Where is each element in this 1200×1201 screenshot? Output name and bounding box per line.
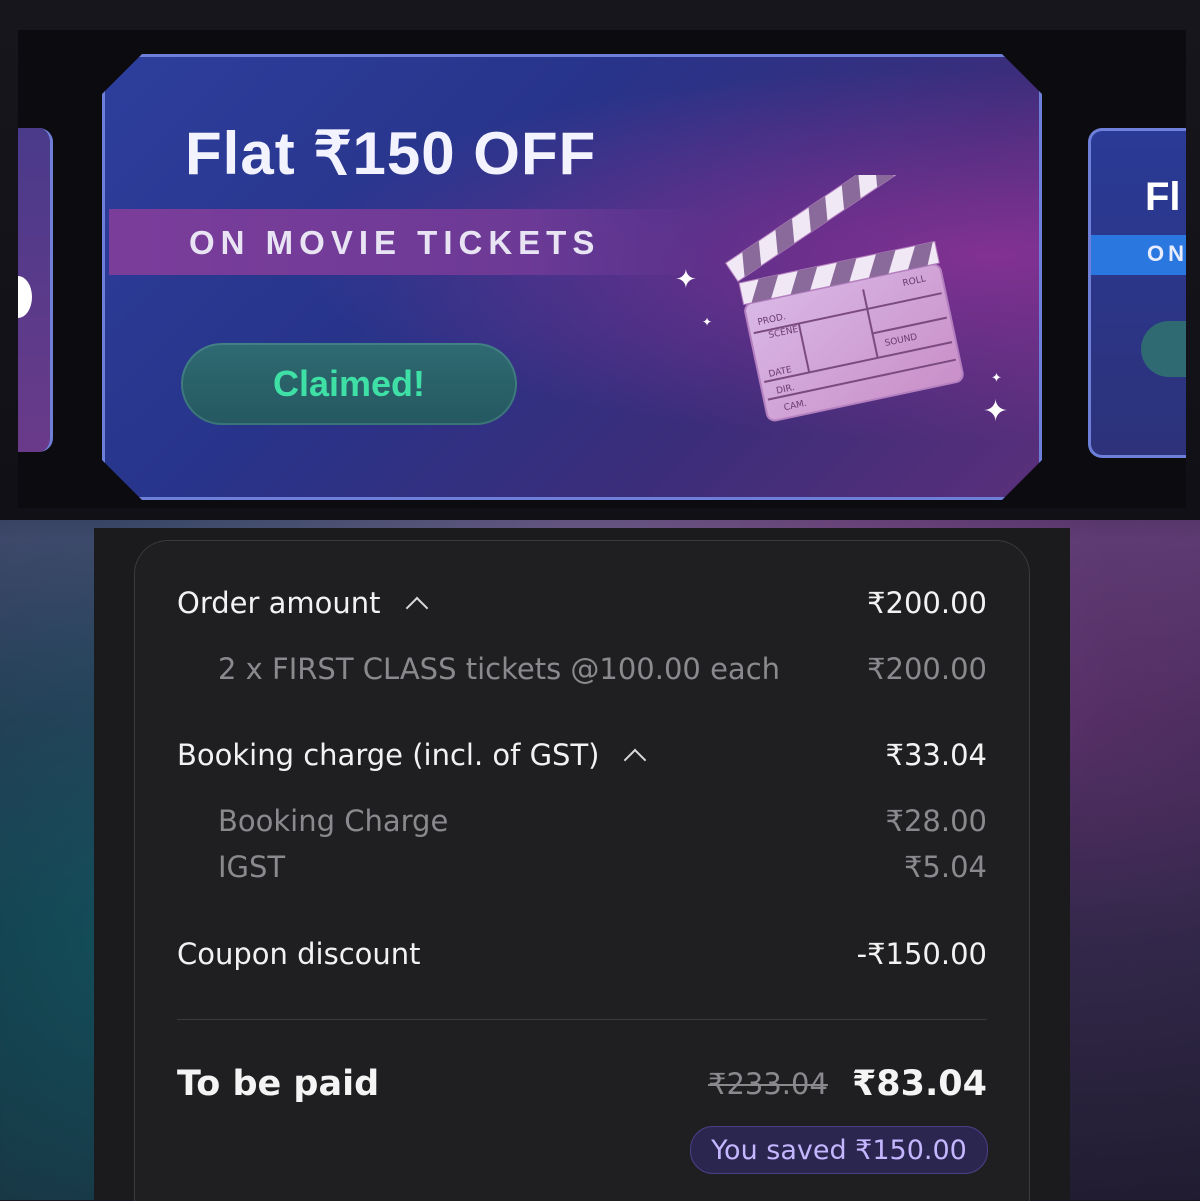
next-offer-title: Fl [1145, 175, 1181, 219]
savings-badge: You saved ₹150.00 [690, 1126, 988, 1174]
order-item-row: 2 x FIRST CLASS tickets @100.00 each ₹20… [218, 652, 987, 686]
order-amount-value: ₹200.00 [867, 586, 987, 620]
order-item-label: 2 x FIRST CLASS tickets @100.00 each [218, 652, 781, 686]
booking-charge-item-row: Booking Charge ₹28.00 [218, 804, 987, 838]
order-amount-row[interactable]: Order amount ₹200.00 [177, 586, 987, 620]
original-total: ₹233.04 [708, 1067, 828, 1101]
previous-offer-card[interactable] [18, 128, 53, 452]
next-offer-card[interactable]: Fl ON [1088, 128, 1186, 458]
booking-charge-value: ₹33.04 [885, 738, 987, 772]
total-value: ₹83.04 [851, 1064, 987, 1104]
coupon-discount-value: -₹150.00 [856, 937, 987, 971]
promo-carousel[interactable]: Flat ₹150 OFF ON MOVIE TICKETS Claimed! … [18, 30, 1186, 508]
sparkle-icon: ✦ [675, 265, 697, 295]
total-label: To be paid [177, 1064, 380, 1104]
order-amount-toggle[interactable]: Order amount [177, 586, 428, 620]
chevron-up-icon[interactable] [624, 748, 647, 772]
igst-label: IGST [218, 850, 286, 884]
sparkle-icon: ✦ [991, 371, 1002, 386]
claimed-button[interactable]: Claimed! [181, 343, 517, 425]
order-item-value: ₹200.00 [867, 652, 987, 686]
divider [177, 1019, 987, 1020]
sparkle-icon: ✦ [702, 315, 713, 329]
total-row: To be paid ₹233.04 ₹83.04 [177, 1064, 987, 1104]
next-offer-subtitle: ON [1147, 241, 1186, 266]
offer-ticket-card: Flat ₹150 OFF ON MOVIE TICKETS Claimed! … [102, 54, 1042, 500]
clapperboard-icon: PROD. SCENE ROLL SOUND DATE DIR. CAM. [720, 175, 970, 435]
booking-charge-label: Booking charge (incl. of GST) [177, 738, 600, 772]
next-offer-stripe: ON [1091, 235, 1186, 275]
booking-charge-item-value: ₹28.00 [885, 804, 987, 838]
booking-charge-item-label: Booking Charge [218, 804, 449, 838]
booking-charge-row[interactable]: Booking charge (incl. of GST) ₹33.04 [177, 738, 987, 772]
next-offer-button[interactable] [1141, 321, 1186, 377]
sparkle-icon: ✦ [983, 394, 1009, 429]
coupon-discount-row: Coupon discount -₹150.00 [177, 937, 987, 971]
offer-subtitle: ON MOVIE TICKETS [189, 224, 601, 261]
total-values: ₹233.04 ₹83.04 [708, 1064, 987, 1104]
offer-title: Flat ₹150 OFF [185, 120, 597, 187]
coupon-discount-label: Coupon discount [177, 937, 421, 971]
ticket-notch [18, 276, 32, 318]
chevron-up-icon[interactable] [405, 596, 428, 620]
booking-charge-toggle[interactable]: Booking charge (incl. of GST) [177, 738, 647, 772]
order-amount-label: Order amount [177, 586, 381, 620]
igst-value: ₹5.04 [903, 850, 987, 884]
igst-row: IGST ₹5.04 [218, 850, 987, 884]
